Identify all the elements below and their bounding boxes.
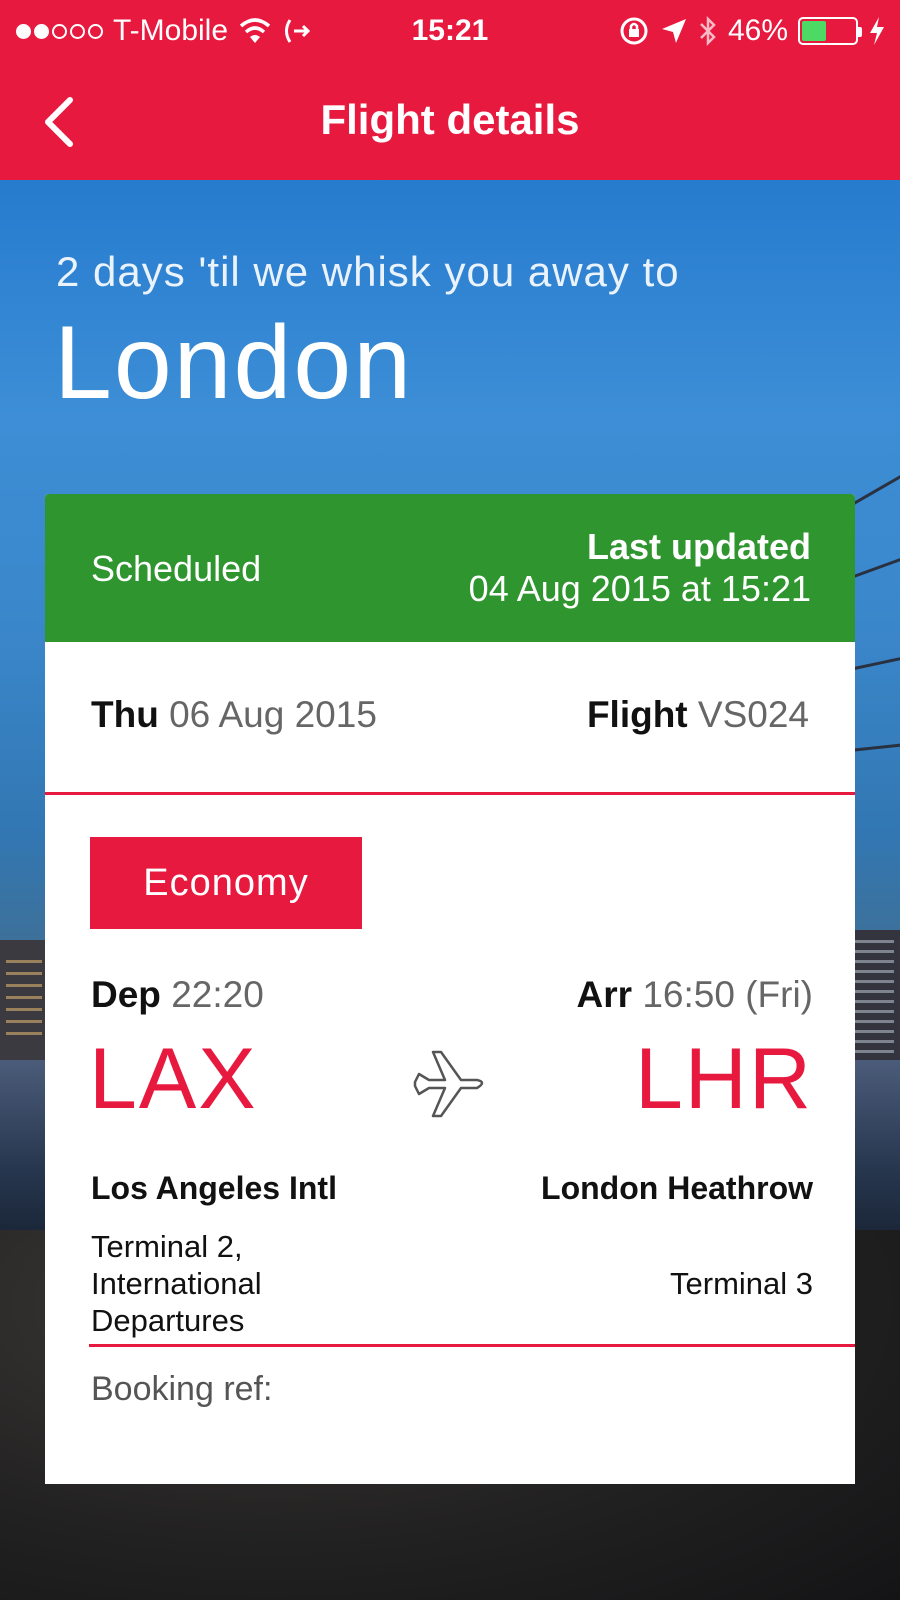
divider bbox=[89, 1344, 855, 1347]
flight-number: Flight VS024 bbox=[587, 694, 809, 736]
cabin-class-badge: Economy bbox=[90, 837, 362, 929]
airport-names-row: Los Angeles Intl London Heathrow bbox=[91, 1170, 813, 1207]
buildings-left bbox=[0, 940, 50, 1060]
location-arrow-icon bbox=[661, 19, 686, 43]
arr-label: Arr bbox=[576, 974, 633, 1015]
dep-time-value: 22:20 bbox=[171, 974, 264, 1015]
bluetooth-icon bbox=[700, 15, 716, 47]
battery-percent: 46% bbox=[727, 14, 788, 47]
dep-label: Dep bbox=[91, 974, 161, 1015]
departure-airport: Los Angeles Intl bbox=[91, 1170, 337, 1206]
status-bar: T-Mobile 15:21 46% bbox=[0, 0, 900, 60]
arrival-time: Arr 16:50 (Fri) bbox=[577, 974, 813, 1016]
departure-terminal: Terminal 2, International Departures bbox=[91, 1229, 262, 1338]
arrival-airport: London Heathrow bbox=[541, 1170, 813, 1206]
flight-day: Thu bbox=[91, 694, 159, 735]
last-updated: Last updated 04 Aug 2015 at 15:21 bbox=[469, 526, 811, 610]
flight-card: Scheduled Last updated 04 Aug 2015 at 15… bbox=[45, 494, 855, 1484]
departure-time: Dep 22:20 bbox=[91, 974, 264, 1016]
flight-status-banner: Scheduled Last updated 04 Aug 2015 at 15… bbox=[45, 494, 855, 642]
nav-bar: Flight details bbox=[0, 60, 900, 180]
last-updated-label: Last updated bbox=[586, 526, 811, 567]
arrival-code: LHR bbox=[634, 1030, 813, 1127]
charging-icon bbox=[870, 17, 884, 45]
countdown-text: 2 days 'til we whisk you away to bbox=[56, 248, 680, 295]
airplane-icon bbox=[413, 1050, 484, 1118]
status-label: Scheduled bbox=[91, 548, 262, 589]
flight-date-value: 06 Aug 2015 bbox=[169, 694, 377, 735]
flight-number-value: VS024 bbox=[697, 694, 809, 735]
booking-ref-label: Booking ref: bbox=[91, 1370, 273, 1408]
orientation-lock-icon bbox=[620, 17, 648, 45]
times-row: Dep 22:20 Arr 16:50 (Fri) bbox=[91, 974, 813, 1016]
flight-label: Flight bbox=[586, 694, 688, 735]
flight-date: Thu 06 Aug 2015 bbox=[91, 694, 377, 736]
flight-date-row: Thu 06 Aug 2015 Flight VS024 bbox=[91, 694, 809, 736]
arr-time-value: 16:50 (Fri) bbox=[642, 974, 813, 1015]
status-icons: 46% bbox=[618, 14, 886, 48]
buildings-right bbox=[850, 930, 900, 1070]
destination-city: London bbox=[54, 305, 414, 421]
departure-code: LAX bbox=[89, 1030, 258, 1127]
last-updated-value: 04 Aug 2015 at 15:21 bbox=[468, 568, 811, 609]
page-title: Flight details bbox=[320, 96, 580, 143]
arrival-terminal: Terminal 3 bbox=[670, 1266, 813, 1301]
divider bbox=[45, 792, 855, 795]
battery-icon bbox=[798, 17, 862, 45]
